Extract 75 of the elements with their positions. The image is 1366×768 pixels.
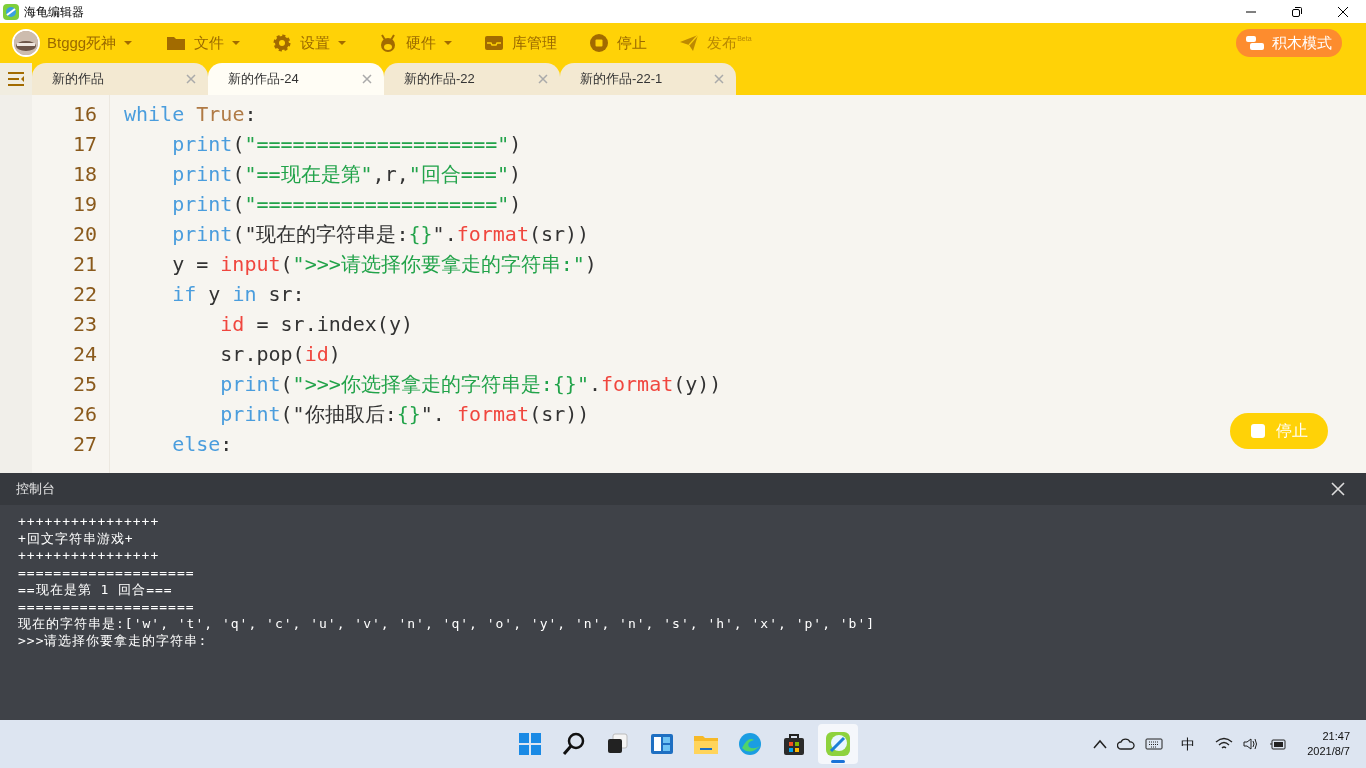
active-indicator [831,760,845,763]
toolbar-menu-button[interactable]: 文件 [166,31,241,55]
caret-icon [124,40,133,46]
inbox-icon [484,33,505,53]
paper-plane-icon [679,33,700,53]
toolbar-menu-button[interactable]: 设置 [272,31,347,55]
code-line: print("现在的字符串是:{}".format(sr)) [171,221,590,248]
editor-tab[interactable]: 新的作品 [32,63,208,95]
close-button[interactable] [1330,481,1346,497]
close-icon [362,74,372,84]
line-number: 27 [71,431,98,458]
close-icon [1338,6,1348,17]
console-output-line: ==现在是第 1 回合=== [18,581,174,598]
close-icon [538,74,548,84]
line-number: 16 [71,101,98,128]
code-line: print("你抽取后:{}". format(sr)) [219,401,590,428]
toolbar-menu-button[interactable]: 停止 [589,31,648,55]
editor-tab[interactable]: 新的作品-22 [384,63,560,95]
console-output-line: ==================== [18,598,196,615]
line-number: 23 [71,311,98,338]
avatar [12,29,40,57]
code-line: print("====================") [171,131,522,158]
line-number: 21 [71,251,98,278]
blocks-icon [1246,36,1264,50]
wifi-icon [1215,737,1234,751]
input-method-indicator[interactable]: 中 [1181,733,1196,755]
code-line: while True: [124,101,257,128]
line-number: 24 [71,341,98,368]
code-line: print(">>>你选择拿走的字符串是:{}".format(y)) [219,371,722,398]
line-number: 25 [71,371,98,398]
restore-icon [1292,6,1302,17]
code-line: print("====================") [171,191,522,218]
window-title: 海龟编辑器 [24,3,84,21]
editor-tab[interactable]: 新的作品-22-1 [560,63,736,95]
toolbar-menu-button[interactable]: 库管理 [484,31,558,55]
code-line: print("==现在是第",r,"回合===") [171,161,521,188]
code-line: else: [171,431,233,458]
console-output-line: 现在的字符串是:['w', 't', 'q', 'c', 'u', 'v', 'n', 'q', 'o', 'y', 'n', 'n', 's', 'h', 'x', 'p', 'b'] [18,615,877,632]
console-output-line: ++++++++++++++++ [18,547,161,564]
keyboard-icon [1145,738,1164,750]
code-line: sr.pop(id) [219,341,341,368]
line-number: 22 [71,281,98,308]
clock-time: 21:47 [1322,729,1350,744]
code-line: y = input(">>>请选择你要拿走的字符串:") [171,251,597,278]
stop-icon [589,33,610,53]
clock-date: 2021/8/7 [1307,744,1350,759]
code-line: if y in sr: [171,281,305,308]
close-icon [1331,482,1345,496]
console-title: 控制台 [16,480,55,499]
console-output-line: +回文字符串游戏+ [18,530,135,547]
line-number: 19 [71,191,98,218]
console-output-line: >>>请选择你要拿走的字符串: [18,632,209,649]
battery-icon [1269,737,1288,751]
settings-icon [272,33,293,53]
toolbar-menu-button[interactable]: 硬件 [378,31,453,55]
user-menu[interactable]: Btggg死神 [12,29,133,57]
chevron-up-icon [1093,739,1108,749]
console-output-line: ++++++++++++++++ [18,513,161,530]
line-number: 17 [71,131,98,158]
menu-icon [7,72,25,86]
editor-tab[interactable]: 新的作品-24 [208,63,384,95]
block-mode-button[interactable]: 积木模式 [1236,29,1342,57]
volume-icon [1243,737,1260,751]
line-number: 26 [71,401,98,428]
console-output-line: ==================== [18,564,196,581]
close-icon [714,74,724,84]
code-line: id = sr.index(y) [219,311,413,338]
cloud-icon [1117,738,1136,750]
stop-icon [1250,423,1266,439]
line-number: 18 [71,161,98,188]
app-logo-icon [3,3,19,20]
sidebar-toggle-button[interactable] [0,63,32,95]
close-icon [186,74,196,84]
line-number: 20 [71,221,98,248]
minimize-icon [1246,10,1256,13]
